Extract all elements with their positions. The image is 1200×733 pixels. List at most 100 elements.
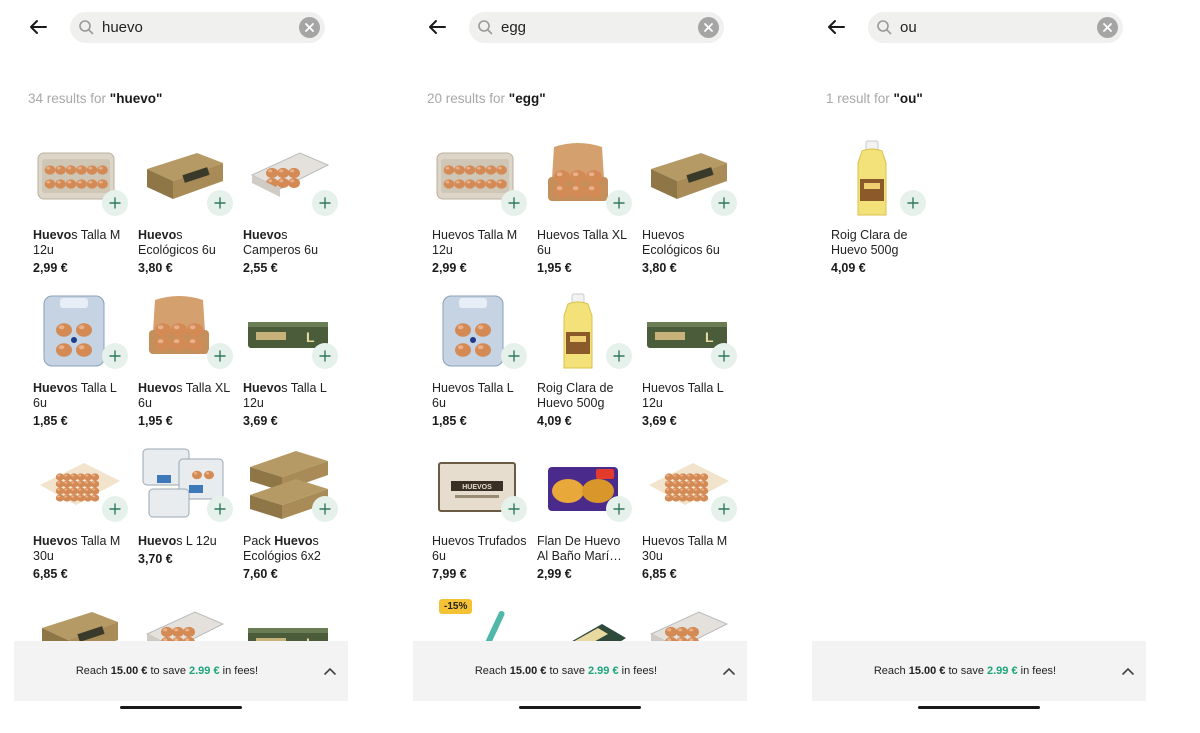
product-price: 1,85 € [432, 414, 467, 428]
add-to-cart-plus-icon[interactable] [711, 343, 737, 369]
add-to-cart-plus-icon[interactable] [312, 190, 338, 216]
add-to-cart-plus-icon[interactable] [207, 190, 233, 216]
product-name: Huevos L 12u [138, 534, 217, 548]
product-card[interactable]: Huevos Talla M 30u 6,85 € [637, 441, 737, 591]
product-card[interactable]: Huevos Talla M 30u 6,85 € [28, 441, 128, 591]
add-to-cart-plus-icon[interactable] [606, 496, 632, 522]
add-to-cart-plus-icon[interactable] [606, 343, 632, 369]
product-card[interactable]: Huevos Camperos 6u 2,55 € [238, 135, 338, 285]
back-arrow-icon[interactable] [425, 14, 451, 40]
search-screen-huevo: 34 results for "huevo" Huevos Talla M 12… [14, 0, 348, 733]
search-input[interactable] [501, 16, 691, 38]
search-screen-ou: 1 result for "ou" Roig Clara de Huevo 50… [812, 0, 1146, 733]
add-to-cart-plus-icon[interactable] [606, 190, 632, 216]
fee-message: Reach 15.00 € to save 2.99 € in fees! [474, 665, 658, 677]
product-price: 1,85 € [33, 414, 68, 428]
product-card[interactable]: Huevos Talla L 6u 1,85 € [427, 288, 527, 438]
product-price: 3,69 € [642, 414, 677, 428]
search-icon [478, 20, 493, 35]
add-to-cart-plus-icon[interactable] [711, 190, 737, 216]
product-card[interactable] [28, 594, 128, 643]
product-card[interactable]: Roig Clara de Huevo 500g 4,09 € [826, 135, 926, 285]
product-card[interactable]: Pack Huevos Ecológios 6x2 7,60 € [238, 441, 338, 591]
add-to-cart-plus-icon[interactable] [501, 496, 527, 522]
product-card[interactable]: L Huevos Talla L 12u 3,69 € [637, 288, 737, 438]
results-count: 1 result for "ou" [826, 91, 923, 106]
add-to-cart-plus-icon[interactable] [312, 496, 338, 522]
product-card[interactable]: -15% [427, 594, 527, 643]
add-to-cart-plus-icon[interactable] [207, 343, 233, 369]
fee-banner[interactable]: Reach 15.00 € to save 2.99 € in fees! [413, 641, 747, 701]
product-card[interactable]: Huevos Ecológicos 6u 3,80 € [133, 135, 233, 285]
back-arrow-icon[interactable] [26, 14, 52, 40]
product-card[interactable]: Huevos L 12u 3,70 € [133, 441, 233, 591]
product-price: 4,09 € [537, 414, 572, 428]
product-card[interactable]: Huevos Ecológicos 6u 3,80 € [637, 135, 737, 285]
product-grid: Huevos Talla M 12u 2,99 € Huevos Ecológico… [14, 135, 348, 643]
product-price: 4,09 € [831, 261, 866, 275]
product-card[interactable]: Huevos Talla XL 6u 1,95 € [532, 135, 632, 285]
product-card[interactable]: Roig Clara de Huevo 500g 4,09 € [532, 288, 632, 438]
product-price: 2,55 € [243, 261, 278, 275]
svg-text:HUEVOS: HUEVOS [462, 484, 492, 491]
search-screen-egg: 20 results for "egg" Huevos Talla M 12u 2… [413, 0, 747, 733]
product-price: 3,70 € [138, 552, 173, 566]
product-price: 6,85 € [33, 567, 68, 581]
home-indicator [519, 706, 641, 709]
product-card[interactable]: L Huevos Talla L 12u 3,69 € [238, 288, 338, 438]
chevron-up-icon[interactable] [723, 667, 735, 675]
fee-banner[interactable]: Reach 15.00 € to save 2.99 € in fees! [14, 641, 348, 701]
home-indicator [918, 706, 1040, 709]
fee-banner[interactable]: Reach 15.00 € to save 2.99 € in fees! [812, 641, 1146, 701]
clear-search-icon[interactable] [299, 17, 320, 38]
back-arrow-icon[interactable] [824, 14, 850, 40]
product-image[interactable] [643, 598, 735, 643]
add-to-cart-plus-icon[interactable] [102, 190, 128, 216]
product-image[interactable] [139, 598, 231, 643]
product-image[interactable]: L [244, 598, 336, 643]
product-name: Huevos Talla M 12u [33, 228, 121, 257]
product-price: 1,95 € [537, 261, 572, 275]
product-name: Huevos Talla M 30u [642, 534, 728, 563]
fee-message: Reach 15.00 € to save 2.99 € in fees! [75, 665, 259, 677]
add-to-cart-plus-icon[interactable] [501, 190, 527, 216]
product-name: Roig Clara de Huevo 500g [831, 228, 908, 257]
product-grid: Roig Clara de Huevo 500g 4,09 € [812, 135, 1146, 643]
product-grid: Huevos Talla M 12u 2,99 € Huevos Talla XL … [413, 135, 747, 643]
product-price: 7,99 € [432, 567, 467, 581]
add-to-cart-plus-icon[interactable] [711, 496, 737, 522]
add-to-cart-plus-icon[interactable] [207, 496, 233, 522]
product-card[interactable]: HUEVOS Huevos Trufados 6u 7,99 € [427, 441, 527, 591]
product-name: Huevos Trufados 6u [432, 534, 527, 563]
product-card[interactable]: Huevos Talla L 6u 1,85 € [28, 288, 128, 438]
chevron-up-icon[interactable] [324, 667, 336, 675]
search-input[interactable] [102, 16, 292, 38]
product-card[interactable]: Huevos Talla XL 6u 1,95 € [133, 288, 233, 438]
search-input[interactable] [900, 16, 1090, 38]
product-card[interactable]: Huevos Talla M 12u 2,99 € [427, 135, 527, 285]
product-name: Huevos Talla XL 6u [138, 381, 230, 410]
product-image[interactable] [34, 598, 126, 643]
product-card[interactable]: Huevos Talla M 12u 2,99 € [28, 135, 128, 285]
product-card[interactable] [532, 594, 632, 643]
product-card[interactable] [637, 594, 737, 643]
product-image[interactable] [538, 598, 630, 643]
add-to-cart-plus-icon[interactable] [102, 343, 128, 369]
svg-text:L: L [306, 329, 315, 345]
add-to-cart-plus-icon[interactable] [102, 496, 128, 522]
product-price: 2,99 € [33, 261, 68, 275]
product-price: 2,99 € [537, 567, 572, 581]
product-price: 1,95 € [138, 414, 173, 428]
clear-search-icon[interactable] [698, 17, 719, 38]
product-card[interactable] [133, 594, 233, 643]
search-icon [79, 20, 94, 35]
clear-search-icon[interactable] [1097, 17, 1118, 38]
product-name: Huevos Talla L 6u [432, 381, 514, 410]
add-to-cart-plus-icon[interactable] [900, 190, 926, 216]
add-to-cart-plus-icon[interactable] [312, 343, 338, 369]
product-card[interactable]: L [238, 594, 338, 643]
product-card[interactable]: Flan De Huevo Al Baño Marí… 2,99 € [532, 441, 632, 591]
chevron-up-icon[interactable] [1122, 667, 1134, 675]
add-to-cart-plus-icon[interactable] [501, 343, 527, 369]
product-name: Roig Clara de Huevo 500g [537, 381, 614, 410]
